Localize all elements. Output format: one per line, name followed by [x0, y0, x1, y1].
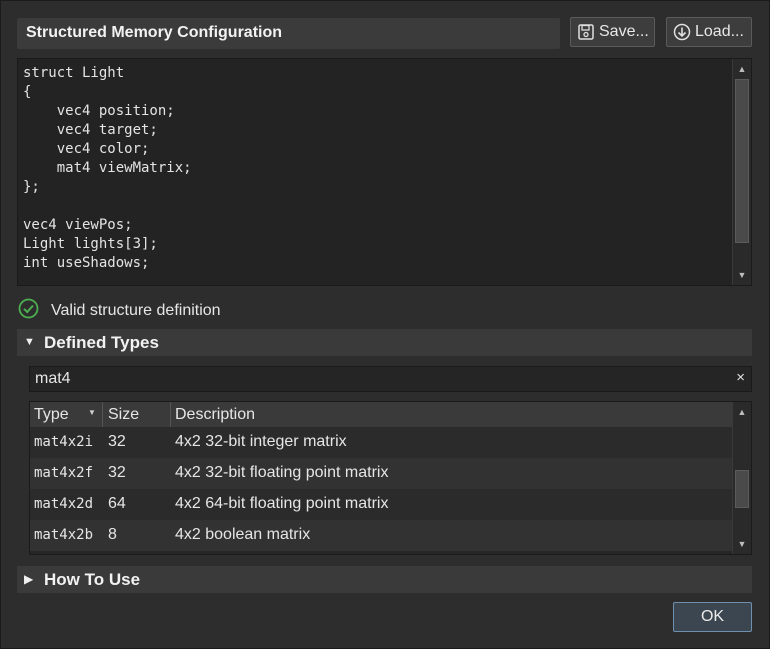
load-button-label: Load...: [695, 23, 744, 40]
size-cell: 64: [108, 495, 126, 512]
ok-button[interactable]: OK: [673, 602, 752, 632]
dialog-title: Structured Memory Configuration: [26, 24, 283, 41]
download-circle-icon: [673, 23, 691, 41]
save-button[interactable]: Save...: [570, 17, 655, 47]
sort-descending-icon[interactable]: ▼: [88, 408, 96, 417]
scroll-down-arrow-icon[interactable]: ▼: [733, 535, 751, 553]
size-cell: 32: [108, 464, 126, 481]
save-icon: [577, 23, 595, 41]
defined-types-label: Defined Types: [44, 333, 159, 352]
table-row[interactable]: mat4x2i 32 4x2 32-bit integer matrix: [30, 427, 732, 458]
type-cell: mat4x2i: [34, 434, 94, 450]
table-row[interactable]: mat4x2f 32 4x2 32-bit floating point mat…: [30, 458, 732, 489]
column-separator: [170, 402, 171, 427]
description-cell: 4x2 boolean matrix: [175, 526, 311, 543]
column-separator: [102, 402, 103, 427]
type-cell: mat4x2f: [34, 465, 94, 481]
scroll-down-arrow-icon[interactable]: ▼: [733, 266, 751, 284]
editor-scroll-thumb[interactable]: [735, 79, 749, 243]
column-header-description[interactable]: Description: [175, 406, 255, 424]
editor-scrollbar[interactable]: ▲ ▼: [732, 59, 751, 285]
defined-types-table: Type ▼ Size Description mat4x2i 32 4x2 3…: [29, 401, 752, 555]
column-header-size[interactable]: Size: [108, 406, 139, 424]
expanded-triangle-icon: ▼: [24, 336, 35, 348]
validation-status: Valid structure definition: [18, 298, 221, 324]
how-to-use-header[interactable]: ▶ How To Use: [17, 566, 752, 593]
how-to-use-label: How To Use: [44, 570, 141, 589]
type-cell: mat4x2b: [34, 527, 94, 543]
column-header-type[interactable]: Type: [34, 406, 69, 424]
table-scrollbar[interactable]: ▲ ▼: [732, 402, 751, 554]
description-cell: 4x2 64-bit floating point matrix: [175, 495, 389, 512]
type-filter-value[interactable]: mat4: [35, 370, 71, 388]
load-button[interactable]: Load...: [666, 17, 752, 47]
type-cell: mat4x2d: [34, 496, 94, 512]
type-filter-input[interactable]: mat4 ×: [29, 366, 752, 392]
scroll-up-arrow-icon[interactable]: ▲: [733, 403, 751, 421]
check-circle-icon: [18, 298, 39, 324]
clear-icon[interactable]: ×: [736, 369, 745, 386]
table-header: Type ▼ Size Description: [30, 402, 732, 428]
defined-types-header[interactable]: ▼ Defined Types: [17, 329, 752, 356]
dialog-title-bar: Structured Memory Configuration: [17, 18, 560, 49]
collapsed-triangle-icon: ▶: [24, 572, 34, 586]
table-row[interactable]: mat4x2d 64 4x2 64-bit floating point mat…: [30, 489, 732, 520]
validation-status-text: Valid structure definition: [51, 302, 221, 319]
size-cell: 32: [108, 433, 126, 450]
save-button-label: Save...: [599, 23, 649, 40]
scroll-up-arrow-icon[interactable]: ▲: [733, 60, 751, 78]
description-cell: 4x2 32-bit integer matrix: [175, 433, 347, 450]
description-cell: 4x2 32-bit floating point matrix: [175, 464, 389, 481]
structure-code-text[interactable]: struct Light { vec4 position; vec4 targe…: [23, 64, 192, 273]
table-row[interactable]: mat4x2b 8 4x2 boolean matrix: [30, 520, 732, 551]
size-cell: 8: [108, 526, 117, 543]
structure-code-editor[interactable]: struct Light { vec4 position; vec4 targe…: [17, 58, 752, 286]
table-scroll-thumb[interactable]: [735, 470, 749, 508]
